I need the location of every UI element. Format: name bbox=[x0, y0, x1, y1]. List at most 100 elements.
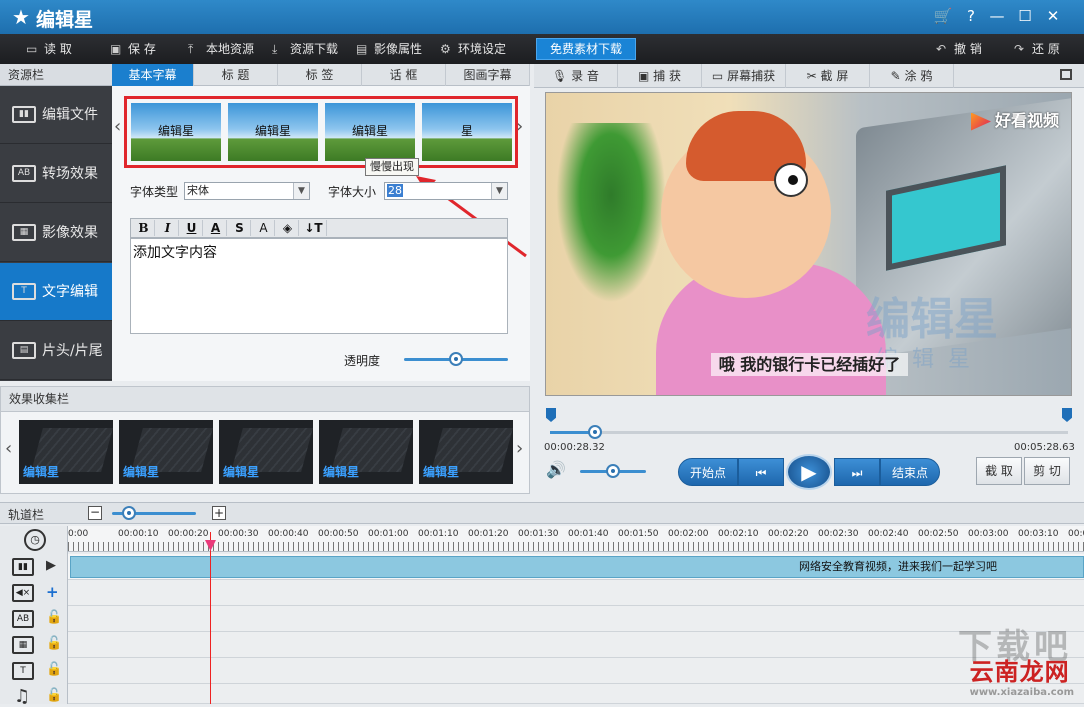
sidebar-item-intro-outro[interactable]: ▤ 片头/片尾 bbox=[0, 322, 112, 380]
tab-label[interactable]: 标 签 bbox=[278, 64, 362, 86]
italic-button[interactable]: I bbox=[157, 220, 179, 236]
subtitle-text-input[interactable]: 添加文字内容 bbox=[130, 238, 508, 334]
fill-color-icon[interactable]: ◈ bbox=[277, 220, 299, 236]
ruler-time-label: 00:02:50 bbox=[918, 529, 959, 539]
play-icon[interactable]: ▶ bbox=[46, 558, 56, 573]
range-end-marker[interactable] bbox=[1062, 408, 1072, 422]
add-icon[interactable]: + bbox=[46, 583, 59, 601]
chevron-right-icon[interactable]: › bbox=[516, 438, 523, 459]
progress-track[interactable] bbox=[550, 431, 1068, 434]
video-properties-button[interactable]: ▤ 影像属性 bbox=[356, 34, 422, 64]
track-header-label: 轨道栏 bbox=[8, 508, 45, 522]
app-title: 编辑星 bbox=[36, 9, 94, 31]
effect-track[interactable] bbox=[68, 632, 1084, 658]
effect-item[interactable]: 编辑星 bbox=[219, 420, 313, 484]
previous-icon[interactable]: ⏮ bbox=[738, 458, 784, 486]
sidebar-item-video-effect[interactable]: ▦ 影像效果 bbox=[0, 204, 112, 262]
effect-item[interactable]: 编辑星 bbox=[19, 420, 113, 484]
sidebar-item-text-edit[interactable]: T 文字编辑 bbox=[0, 263, 112, 321]
effect-item[interactable]: 编辑星 bbox=[419, 420, 513, 484]
screen-capture-button[interactable]: ▭ 屏幕捕获 bbox=[702, 64, 786, 88]
ruler-time-label: 00:02:10 bbox=[718, 529, 759, 539]
sidebar-item-edit-file[interactable]: ▮▮ 编辑文件 bbox=[0, 86, 112, 144]
zoom-out-button[interactable]: − bbox=[88, 506, 102, 520]
tab-title[interactable]: 标 题 bbox=[194, 64, 278, 86]
effect-track-icon[interactable]: ▦ bbox=[12, 636, 34, 654]
next-icon[interactable]: ⏭ bbox=[834, 458, 880, 486]
save-button[interactable]: ▣ 保 存 bbox=[110, 34, 156, 64]
record-audio-button[interactable]: 🎙 录 音 bbox=[534, 64, 618, 88]
transition-track[interactable] bbox=[68, 606, 1084, 632]
progress-handle[interactable] bbox=[588, 425, 603, 439]
playhead[interactable] bbox=[210, 532, 211, 704]
minimize-icon[interactable]: — bbox=[986, 6, 1008, 26]
outline-button[interactable]: A bbox=[253, 220, 275, 236]
timeline-ruler[interactable]: 0:00 00:00:10 00:00:20 00:00:30 00:00:40 00:0… bbox=[68, 526, 1084, 552]
zoom-in-button[interactable]: + bbox=[212, 506, 226, 520]
transition-icon: AB bbox=[12, 165, 36, 182]
vertical-text-button[interactable]: ↓T bbox=[301, 220, 327, 236]
text-track[interactable] bbox=[68, 658, 1084, 684]
mute-track-icon[interactable]: ◀× bbox=[12, 584, 34, 602]
undo-button[interactable]: ↶ 撤 销 bbox=[936, 34, 982, 64]
close-icon[interactable]: ✕ bbox=[1042, 6, 1064, 26]
text-track-icon[interactable]: T bbox=[12, 662, 34, 680]
star-logo-icon: ★ bbox=[12, 5, 30, 29]
sidebar-item-transition[interactable]: AB 转场效果 bbox=[0, 145, 112, 203]
video-clip[interactable]: 网络安全教育视频，进来我们一起学习吧 bbox=[70, 556, 1084, 578]
help-icon[interactable]: ? bbox=[960, 6, 982, 26]
bold-button[interactable]: B bbox=[133, 220, 155, 236]
style-thumbnail[interactable]: 编辑星 bbox=[325, 103, 415, 161]
resource-download-button[interactable]: ⤓ 资源下载 bbox=[272, 34, 338, 64]
music-track[interactable] bbox=[68, 684, 1084, 704]
cut-button[interactable]: 截 取 bbox=[976, 457, 1022, 485]
free-download-button[interactable]: 免费素材下载 bbox=[536, 38, 636, 60]
tab-basic-subtitle[interactable]: 基本字幕 bbox=[112, 64, 194, 86]
audio-track[interactable] bbox=[68, 580, 1084, 606]
tab-dialog[interactable]: 话 框 bbox=[362, 64, 446, 86]
settings-button[interactable]: ⚙ 环境设定 bbox=[440, 34, 506, 64]
maximize-icon[interactable]: ☐ bbox=[1014, 6, 1036, 26]
zoom-handle[interactable] bbox=[121, 506, 136, 520]
start-point-button[interactable]: 开始点 bbox=[678, 458, 738, 486]
effect-item[interactable]: 编辑星 bbox=[319, 420, 413, 484]
chevron-left-icon[interactable]: ‹ bbox=[114, 116, 121, 137]
open-button[interactable]: ▭ 读 取 bbox=[26, 34, 72, 64]
effect-item[interactable]: 编辑星 bbox=[119, 420, 213, 484]
capture-button[interactable]: ▣ 捕 获 bbox=[618, 64, 702, 88]
underline-button[interactable]: U bbox=[181, 220, 203, 236]
preview-toolbar: 🎙 录 音 ▣ 捕 获 ▭ 屏幕捕获 ✂ 截 屏 ✎ 涂 鸦 bbox=[534, 64, 1084, 88]
lock-icon[interactable]: 🔓 bbox=[46, 610, 62, 625]
cart-icon[interactable]: 🛒 bbox=[932, 6, 954, 26]
font-color-button[interactable]: A bbox=[205, 220, 227, 236]
volume-icon[interactable]: 🔊 bbox=[546, 460, 566, 479]
ruler-time-label: 00:02:00 bbox=[668, 529, 709, 539]
style-thumbnail[interactable]: 编辑星 bbox=[131, 103, 221, 161]
play-button[interactable]: ▶ bbox=[786, 454, 832, 490]
local-resource-button[interactable]: ⤒ 本地资源 bbox=[188, 34, 254, 64]
volume-handle[interactable] bbox=[606, 464, 620, 478]
lock-icon[interactable]: 🔓 bbox=[46, 688, 62, 703]
lock-icon[interactable]: 🔓 bbox=[46, 662, 62, 677]
font-size-select[interactable]: 28 ▼ bbox=[384, 182, 508, 200]
clock-icon[interactable]: ◷ bbox=[24, 529, 46, 551]
chevron-left-icon[interactable]: ‹ bbox=[5, 438, 12, 459]
video-track-icon[interactable]: ▮▮ bbox=[12, 558, 34, 576]
microphone-icon: 🎙 bbox=[552, 69, 572, 83]
opacity-slider-handle[interactable] bbox=[449, 352, 463, 366]
fullscreen-icon[interactable] bbox=[1060, 69, 1072, 80]
lock-icon[interactable]: 🔓 bbox=[46, 636, 62, 651]
tab-picture-subtitle[interactable]: 图画字幕 bbox=[446, 64, 530, 86]
redo-button[interactable]: ↷ 还 原 bbox=[1014, 34, 1060, 64]
doodle-button[interactable]: ✎ 涂 鸦 bbox=[870, 64, 954, 88]
trim-button[interactable]: 剪 切 bbox=[1024, 457, 1070, 485]
range-start-marker[interactable] bbox=[546, 408, 556, 422]
font-type-select[interactable]: 宋体 ▼ bbox=[184, 182, 310, 200]
end-point-button[interactable]: 结束点 bbox=[880, 458, 940, 486]
style-thumbnail[interactable]: 星 bbox=[422, 103, 512, 161]
screenshot-button[interactable]: ✂ 截 屏 bbox=[786, 64, 870, 88]
transition-track-icon[interactable]: AB bbox=[12, 610, 34, 628]
shadow-button[interactable]: S bbox=[229, 220, 251, 236]
style-thumbnail[interactable]: 编辑星 bbox=[228, 103, 318, 161]
effects-header: 效果收集栏 bbox=[0, 386, 530, 412]
